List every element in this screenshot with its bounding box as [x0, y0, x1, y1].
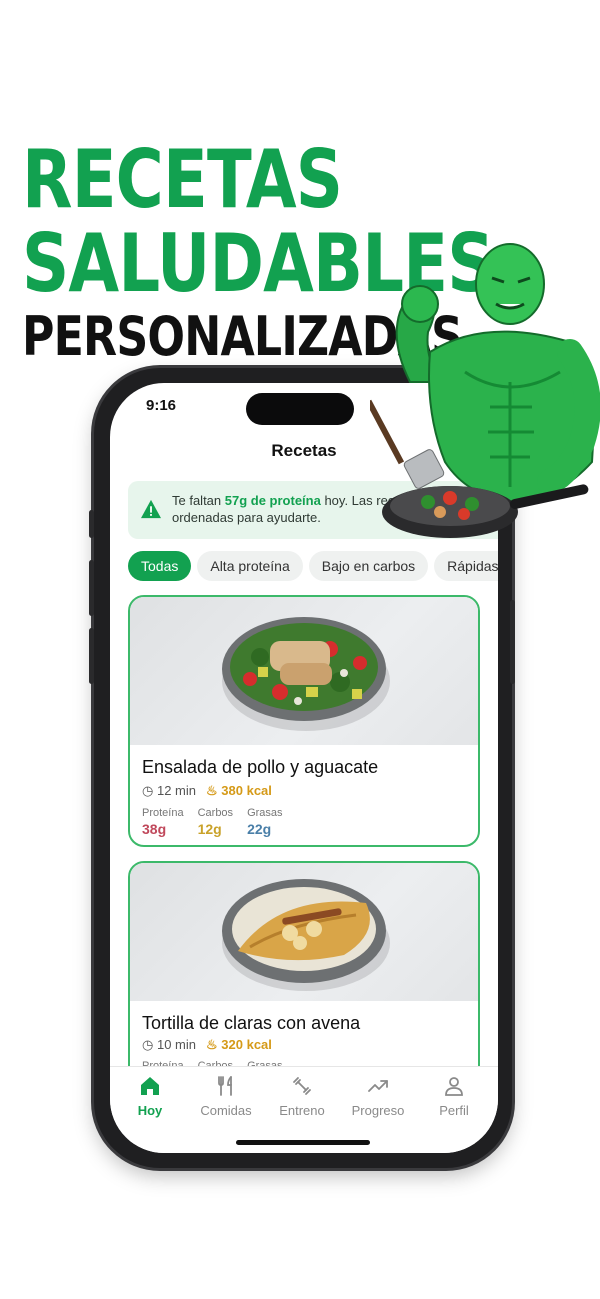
tab-progreso[interactable]: Progreso: [340, 1073, 416, 1118]
headline-line-1: RECETAS: [22, 133, 343, 226]
recipe-card[interactable]: Tortilla de claras con avena ◷ 10 min ♨ 3…: [128, 861, 480, 1095]
filter-chip-alta-proteina[interactable]: Alta proteína: [197, 551, 303, 581]
tab-label: Entreno: [279, 1103, 325, 1118]
recipe-title: Tortilla de claras con avena: [142, 1013, 361, 1033]
macro-value: 12g: [197, 821, 222, 837]
utensils-icon: [218, 1076, 232, 1096]
mascot-illustration: [370, 243, 600, 538]
phone-side-button: [89, 510, 94, 538]
tab-label: Hoy: [137, 1103, 163, 1118]
home-indicator: [236, 1140, 370, 1145]
bottom-tab-bar: Hoy Comidas Entreno Progreso Perfil: [110, 1066, 498, 1153]
alert-text-prefix: Te faltan: [172, 493, 225, 508]
clock-icon: ◷: [142, 783, 154, 798]
macro-value: 38g: [142, 821, 167, 837]
alert-highlight: 57g de proteína: [224, 493, 321, 508]
flame-icon: ♨: [206, 1037, 222, 1052]
recipe-image: [130, 863, 478, 1001]
recipe-meta: ◷ 10 min ♨ 320 kcal: [142, 1037, 272, 1053]
filter-chip-todas[interactable]: Todas: [128, 551, 192, 581]
tab-label: Perfil: [439, 1103, 469, 1118]
trend-icon: [368, 1080, 388, 1092]
tab-hoy[interactable]: Hoy: [112, 1073, 188, 1118]
macro-label: Proteína: [142, 807, 184, 819]
recipe-time: 10 min: [156, 1037, 196, 1052]
phone-side-button: [510, 600, 515, 684]
phone-side-button: [89, 628, 94, 684]
recipe-kcal: ♨ 320 kcal: [206, 1037, 272, 1052]
dumbbell-icon: [293, 1077, 311, 1095]
phone-side-button: [89, 560, 94, 616]
macro-label: Grasas: [247, 807, 283, 819]
tab-comidas[interactable]: Comidas: [188, 1073, 264, 1118]
macro-value: 22g: [247, 821, 272, 837]
dynamic-island: [246, 393, 354, 425]
recipe-kcal-value: 320 kcal: [221, 1037, 272, 1052]
recipe-macros: Proteína 38g Carbos 12g Grasas 22g: [142, 807, 283, 837]
filter-chip-bajo-en-carbos[interactable]: Bajo en carbos: [308, 551, 429, 581]
recipe-kcal: ♨ 380 kcal: [206, 783, 272, 798]
status-time: 9:16: [146, 397, 177, 414]
salad-bowl-illustration: [222, 617, 390, 731]
macro-carbs: Carbos 12g: [198, 807, 233, 837]
home-icon: [141, 1077, 159, 1095]
tab-entreno[interactable]: Entreno: [264, 1073, 340, 1118]
user-icon: [445, 1077, 463, 1096]
filter-chips: Todas Alta proteína Bajo en carbos Rápidas: [128, 551, 498, 581]
macro-fats: Grasas 22g: [247, 807, 282, 837]
clock-icon: ◷: [142, 1037, 154, 1052]
filter-chip-rapidas[interactable]: Rápidas: [434, 551, 498, 581]
omelette-plate-illustration: [222, 879, 390, 991]
macro-protein: Proteína 38g: [142, 807, 184, 837]
recipe-time: 12 min: [156, 783, 196, 798]
tab-perfil[interactable]: Perfil: [416, 1073, 492, 1118]
recipe-card[interactable]: Ensalada de pollo y aguacate ◷ 12 min ♨ 3…: [128, 595, 480, 847]
tab-label: Progreso: [351, 1103, 405, 1118]
recipe-kcal-value: 380 kcal: [221, 783, 272, 798]
recipe-title: Ensalada de pollo y aguacate: [142, 757, 379, 777]
macro-label: Carbos: [197, 807, 234, 819]
tab-label: Comidas: [200, 1103, 252, 1118]
recipe-image: [130, 597, 478, 745]
recipe-meta: ◷ 12 min ♨ 380 kcal: [142, 783, 272, 799]
warning-icon: [141, 499, 161, 519]
flame-icon: ♨: [206, 783, 222, 798]
